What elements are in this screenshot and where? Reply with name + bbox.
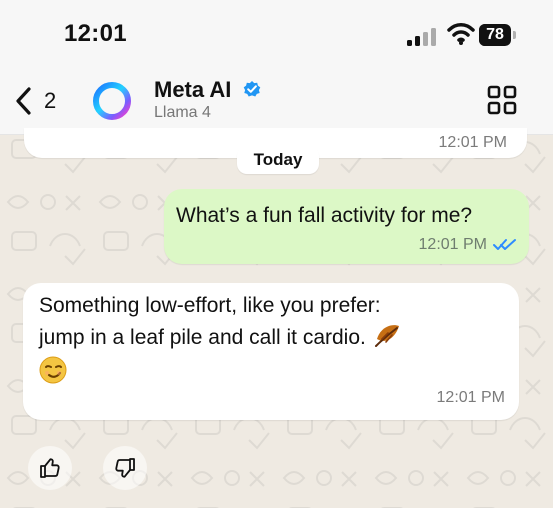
- verified-badge-icon: [243, 81, 261, 97]
- previous-message-time: 12:01 PM: [438, 134, 507, 151]
- chat-screen: 12:01 78 2 Meta AI Llama 4 12:01 PM Toda…: [0, 0, 553, 508]
- thumbs-up-button[interactable]: [28, 446, 72, 490]
- status-time: 12:01: [64, 20, 127, 47]
- incoming-message-bubble[interactable]: Something low-effort, like you prefer: j…: [23, 283, 519, 420]
- double-check-icon: [493, 239, 516, 250]
- battery-percentage: 78: [486, 26, 504, 43]
- message-list[interactable]: 12:01 PM Today What’s a fun fall activit…: [0, 128, 553, 508]
- thumbs-up-icon: [40, 458, 60, 478]
- grid-icon[interactable]: [485, 83, 519, 117]
- chat-header: 2 Meta AI Llama 4: [0, 70, 553, 135]
- outgoing-message-bubble[interactable]: What’s a fun fall activity for me? 12:01…: [164, 189, 529, 264]
- chevron-left-icon: [16, 87, 31, 115]
- wifi-icon: [447, 23, 475, 45]
- status-bar: 12:01 78: [0, 0, 553, 70]
- battery-indicator: 78: [479, 24, 517, 46]
- incoming-message-line-1: Something low-effort, like you prefer:: [39, 294, 381, 317]
- back-count: 2: [44, 88, 57, 113]
- outgoing-message-meta: 12:01 PM: [419, 236, 517, 254]
- message-reactions: [28, 446, 158, 491]
- fallen-leaf-icon: [374, 325, 399, 347]
- battery-cap: [513, 31, 516, 39]
- meta-ai-avatar[interactable]: [90, 79, 134, 123]
- cellular-signal-icon: [407, 28, 436, 46]
- smirk-face-icon: [39, 356, 67, 384]
- date-separator: Today: [237, 146, 319, 174]
- contact-subtitle: Llama 4: [154, 104, 211, 121]
- incoming-message-line-2: jump in a leaf pile and call it cardio.: [39, 321, 402, 353]
- incoming-message-time: 12:01 PM: [436, 389, 505, 406]
- outgoing-message-time: 12:01 PM: [418, 236, 487, 253]
- thumbs-down-icon: [115, 458, 135, 478]
- thumbs-down-button[interactable]: [103, 446, 147, 490]
- back-button[interactable]: 2: [14, 82, 70, 122]
- contact-name[interactable]: Meta AI: [154, 77, 231, 103]
- outgoing-message-text: What’s a fun fall activity for me?: [176, 204, 473, 227]
